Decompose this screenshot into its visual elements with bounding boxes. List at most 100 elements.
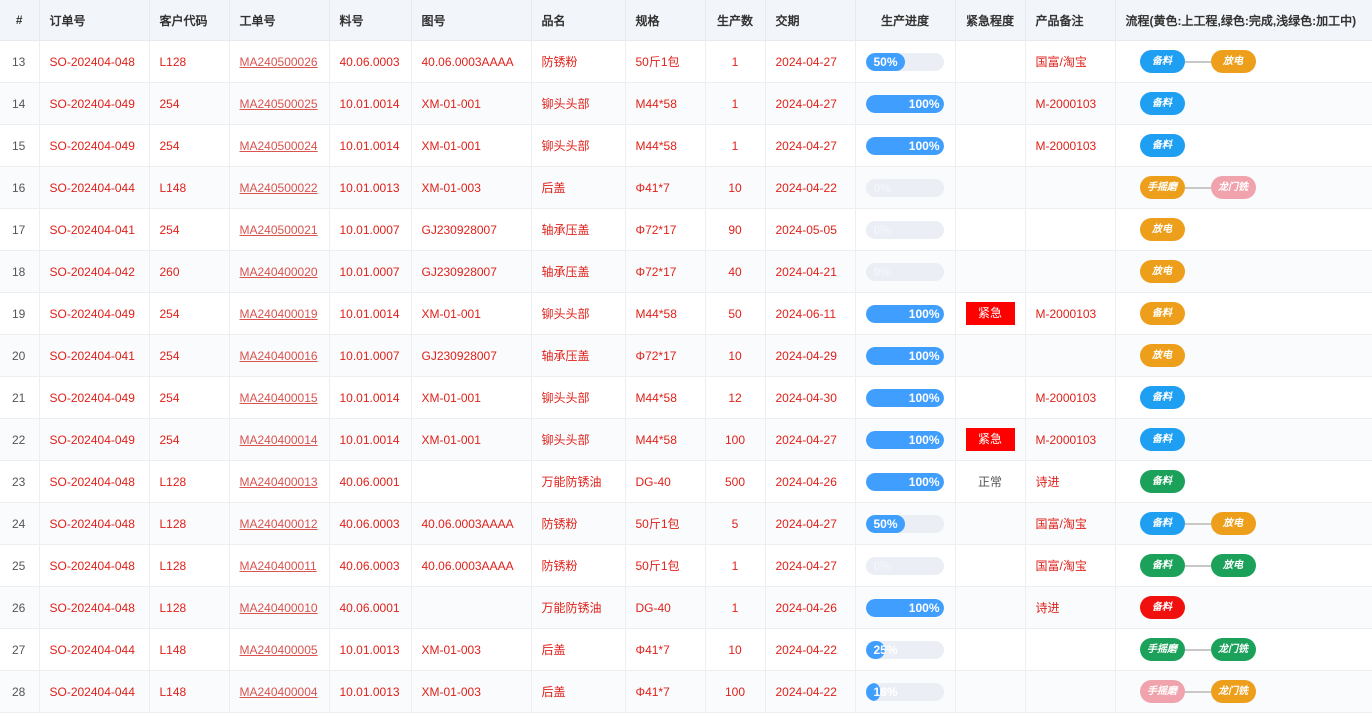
col-header-drawing-no[interactable]: 图号	[411, 0, 532, 41]
flow-step-pill[interactable]: 放电	[1139, 218, 1185, 241]
work-order-link[interactable]: MA240500024	[240, 139, 318, 153]
flow-cell: 备料	[1115, 292, 1372, 335]
work-order-link[interactable]: MA240400013	[240, 475, 318, 489]
order-no: SO-202404-044	[39, 628, 150, 671]
flow-step-pill[interactable]: 手摇磨	[1139, 680, 1185, 703]
part-no: 10.01.0014	[329, 82, 412, 125]
work-order-link[interactable]: MA240400019	[240, 307, 318, 321]
table-row[interactable]: 27 SO-202404-044 L148 MA240400005 10.01.0013…	[0, 628, 1372, 671]
progress-bar: 100%	[865, 304, 944, 323]
table-row[interactable]: 21 SO-202404-049 254 MA240400015 10.01.0014 X…	[0, 376, 1372, 419]
flow-step-pill[interactable]: 备料	[1139, 302, 1185, 325]
flow-cell: 手摇磨 龙门铣	[1115, 670, 1372, 713]
due-date: 2024-04-26	[765, 460, 856, 503]
col-header-spec[interactable]: 规格	[625, 0, 706, 41]
flow-step-pill[interactable]: 备料	[1139, 512, 1185, 535]
col-header-order-no[interactable]: 订单号	[39, 0, 150, 41]
col-header-part-no[interactable]: 料号	[329, 0, 412, 41]
product-remark: 国富/淘宝	[1025, 544, 1116, 587]
col-header-flow[interactable]: 流程(黄色:上工程,绿色:完成,浅绿色:加工中)	[1115, 0, 1372, 41]
flow-step-pill[interactable]: 放电	[1210, 554, 1256, 577]
work-order-link[interactable]: MA240500021	[240, 223, 318, 237]
col-header-due-date[interactable]: 交期	[765, 0, 856, 41]
due-date: 2024-04-27	[765, 82, 856, 125]
table-row[interactable]: 22 SO-202404-049 254 MA240400014 10.01.0014 X…	[0, 418, 1372, 461]
flow-cell: 备料 放电	[1115, 544, 1372, 587]
table-row[interactable]: 14 SO-202404-049 254 MA240500025 10.01.0014 X…	[0, 82, 1372, 125]
row-index: 21	[0, 376, 40, 419]
col-header-index[interactable]: #	[0, 0, 40, 41]
flow-step-pill[interactable]: 放电	[1210, 512, 1256, 535]
row-index: 15	[0, 124, 40, 167]
work-order-link[interactable]: MA240400011	[240, 559, 317, 573]
table-row[interactable]: 20 SO-202404-041 254 MA240400016 10.01.0007 G…	[0, 334, 1372, 377]
table-row[interactable]: 17 SO-202404-041 254 MA240500021 10.01.0007 G…	[0, 208, 1372, 251]
work-order-link[interactable]: MA240500025	[240, 97, 318, 111]
work-order-link[interactable]: MA240400020	[240, 265, 318, 279]
quantity: 1	[705, 124, 766, 167]
col-header-work-order[interactable]: 工单号	[229, 0, 330, 41]
work-order-link[interactable]: MA240400016	[240, 349, 318, 363]
flow-cell: 手摇磨 龙门铣	[1115, 628, 1372, 671]
part-no: 40.06.0001	[329, 586, 412, 629]
flow-step-pill[interactable]: 放电	[1139, 260, 1185, 283]
work-order-link[interactable]: MA240400010	[240, 601, 318, 615]
drawing-no: GJ230928007	[411, 250, 532, 293]
due-date: 2024-04-26	[765, 586, 856, 629]
col-header-progress[interactable]: 生产进度	[855, 0, 956, 41]
progress-label: 18%	[873, 684, 898, 699]
table-row[interactable]: 15 SO-202404-049 254 MA240500024 10.01.0014 X…	[0, 124, 1372, 167]
table-row[interactable]: 25 SO-202404-048 L128 MA240400011 40.06.0003…	[0, 544, 1372, 587]
flow-step-pill[interactable]: 备料	[1139, 92, 1185, 115]
urgency-cell	[955, 166, 1026, 209]
flow-step-pill[interactable]: 手摇磨	[1139, 638, 1185, 661]
flow-step-pill[interactable]: 备料	[1139, 428, 1185, 451]
work-order-link[interactable]: MA240400012	[240, 517, 318, 531]
quantity: 10	[705, 628, 766, 671]
work-order-link[interactable]: MA240500026	[240, 55, 318, 69]
flow-step-pill[interactable]: 备料	[1139, 596, 1185, 619]
progress-bar: 0%	[865, 556, 944, 575]
table-row[interactable]: 24 SO-202404-048 L128 MA240400012 40.06.0003…	[0, 502, 1372, 545]
urgency-cell	[955, 502, 1026, 545]
drawing-no: XM-01-001	[411, 124, 532, 167]
work-order-link[interactable]: MA240500022	[240, 181, 318, 195]
col-header-quantity[interactable]: 生产数	[705, 0, 766, 41]
flow-connector	[1184, 564, 1211, 567]
flow-step-pill[interactable]: 龙门铣	[1210, 680, 1256, 703]
table-row[interactable]: 28 SO-202404-044 L148 MA240400004 10.01.0013…	[0, 670, 1372, 713]
flow-step-pill[interactable]: 备料	[1139, 386, 1185, 409]
col-header-urgency[interactable]: 紧急程度	[955, 0, 1026, 41]
flow-step-pill[interactable]: 放电	[1139, 344, 1185, 367]
table-row[interactable]: 13 SO-202404-048 L128 MA240500026 40.06.0003…	[0, 40, 1372, 83]
product-remark	[1025, 250, 1116, 293]
flow-steps: 备料	[1126, 302, 1372, 325]
work-order-link[interactable]: MA240400005	[240, 643, 318, 657]
flow-step-pill[interactable]: 备料	[1139, 554, 1185, 577]
work-order-link[interactable]: MA240400014	[240, 433, 318, 447]
progress-label: 100%	[908, 348, 940, 363]
table-row[interactable]: 16 SO-202404-044 L148 MA240500022 10.01.0013…	[0, 166, 1372, 209]
work-order-link[interactable]: MA240400015	[240, 391, 318, 405]
table-row[interactable]: 19 SO-202404-049 254 MA240400019 10.01.0014 X…	[0, 292, 1372, 335]
flow-step-pill[interactable]: 龙门铣	[1210, 176, 1256, 199]
progress-label: 100%	[908, 474, 940, 489]
flow-step-pill[interactable]: 龙门铣	[1210, 638, 1256, 661]
work-order-link[interactable]: MA240400004	[240, 685, 318, 699]
flow-step-pill[interactable]: 备料	[1139, 134, 1185, 157]
flow-step-pill[interactable]: 备料	[1139, 50, 1185, 73]
drawing-no: GJ230928007	[411, 208, 532, 251]
part-no: 10.01.0013	[329, 670, 412, 713]
col-header-product-name[interactable]: 品名	[531, 0, 626, 41]
flow-step-pill[interactable]: 备料	[1139, 470, 1185, 493]
order-no: SO-202404-041	[39, 334, 150, 377]
quantity: 500	[705, 460, 766, 503]
table-row[interactable]: 23 SO-202404-048 L128 MA240400013 40.06.0001…	[0, 460, 1372, 503]
table-row[interactable]: 18 SO-202404-042 260 MA240400020 10.01.0007 G…	[0, 250, 1372, 293]
flow-step-pill[interactable]: 放电	[1210, 50, 1256, 73]
flow-cell: 备料	[1115, 418, 1372, 461]
flow-step-pill[interactable]: 手摇磨	[1139, 176, 1185, 199]
col-header-customer-code[interactable]: 客户代码	[149, 0, 230, 41]
table-row[interactable]: 26 SO-202404-048 L128 MA240400010 40.06.0001…	[0, 586, 1372, 629]
col-header-remark[interactable]: 产品备注	[1025, 0, 1116, 41]
